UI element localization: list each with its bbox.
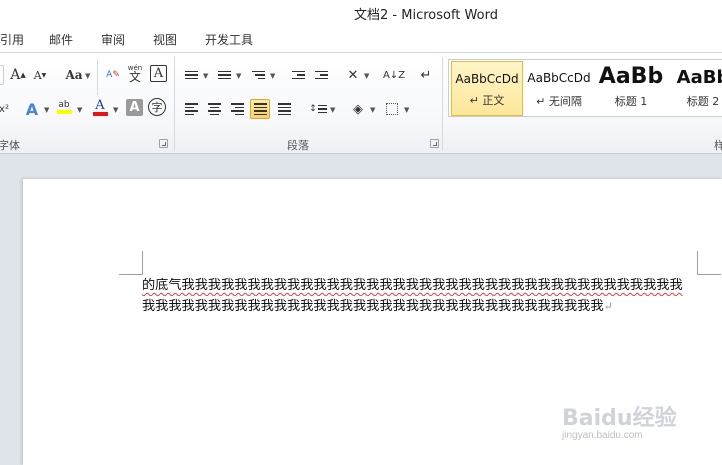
watermark-url: jingyan.baidu.com (562, 430, 643, 441)
style-name: ↵ 正文 (469, 94, 505, 107)
text-effects-dropdown-icon[interactable]: ▼ (44, 106, 49, 114)
tab-view[interactable]: 视图 (153, 31, 177, 48)
shading-button[interactable]: ◈ (348, 99, 368, 119)
text-run: 我我我我我我我我我我我我我我我我我我我我我我我我我我我我我我我我我我我 (142, 299, 604, 314)
watermark-brand: Baidu经验 (562, 406, 677, 431)
title-bar: 文档2 - Microsoft Word (0, 0, 722, 26)
show-hide-marks-button[interactable]: ↵ (416, 65, 436, 85)
style-normal[interactable]: AaBbCcDd ↵ 正文 (451, 61, 523, 116)
borders-dropdown-icon[interactable]: ▼ (404, 106, 409, 114)
distributed-button[interactable] (274, 99, 294, 119)
font-size-box[interactable] (0, 65, 4, 85)
enclose-characters-button[interactable]: 字 (148, 98, 166, 116)
decrease-indent-button[interactable] (288, 65, 308, 85)
align-right-button[interactable] (227, 99, 247, 119)
tab-review[interactable]: 审阅 (101, 31, 125, 48)
character-border-button[interactable]: A (150, 65, 167, 82)
ribbon-tab-bar: 引用 邮件 审阅 视图 开发工具 (0, 26, 722, 52)
bullets-button[interactable] (181, 65, 201, 85)
chinese-layout-button[interactable]: ✕ (343, 65, 363, 85)
style-heading-1[interactable]: AaBb 标题 1 (595, 61, 667, 116)
highlight-dropdown-icon[interactable]: ▼ (77, 106, 82, 114)
sort-button[interactable]: A↓Z (382, 65, 406, 85)
multilevel-dropdown-icon[interactable]: ▼ (270, 72, 275, 80)
increase-indent-button[interactable] (311, 65, 331, 85)
align-center-button[interactable] (204, 99, 224, 119)
line-spacing-dropdown-icon[interactable]: ▼ (330, 106, 335, 114)
margin-corner-mark (119, 251, 143, 275)
margin-corner-mark (697, 251, 721, 275)
watermark: Baidu经验 jingyan.baidu.com (562, 400, 712, 460)
numbering-dropdown-icon[interactable]: ▼ (236, 72, 241, 80)
styles-group-label: 样 (714, 139, 722, 152)
paragraph-mark-icon: ↵ (603, 300, 613, 313)
chinese-layout-dropdown-icon[interactable]: ▼ (364, 72, 369, 80)
multilevel-list-button[interactable] (248, 65, 268, 85)
style-preview: AaBb (598, 64, 664, 89)
phonetic-guide-button[interactable]: wén 文 (124, 63, 146, 83)
style-preview: AaBbCcDd (527, 71, 591, 85)
style-name: 标题 2 (686, 95, 720, 108)
paragraph-dialog-launcher-icon[interactable] (430, 139, 439, 148)
font-color-button[interactable]: A (90, 97, 110, 117)
shading-dropdown-icon[interactable]: ▼ (370, 106, 375, 114)
grow-font-button[interactable]: A ▲ (8, 65, 28, 85)
divider (97, 59, 98, 95)
tab-references[interactable]: 引用 (0, 31, 24, 48)
group-divider (442, 57, 443, 151)
tab-mailings[interactable]: 邮件 (49, 31, 73, 48)
tab-developer[interactable]: 开发工具 (205, 31, 253, 48)
style-preview: AaBb (676, 67, 722, 88)
styles-gallery: AaBbCcDd ↵ 正文 AaBbCcDd ↵ 无间隔 AaBb 标题 1 A… (448, 59, 722, 117)
highlight-color-swatch (56, 110, 72, 114)
text-run: 的底气我我我我我我我我我我我我我我我我我我我我我我我我我我我我我我我我我我我我我… (142, 278, 683, 293)
change-case-button[interactable]: Aa (62, 65, 86, 85)
character-shading-button[interactable]: A (126, 99, 143, 116)
shrink-font-button[interactable]: A ▼ (30, 65, 50, 85)
ribbon: A ▲ A ▼ Aa ▼ A ✎ wén 文 A x² A ▼ ab ▼ A ▼ A 字… (0, 52, 722, 154)
paragraph-group-label: 段落 (287, 139, 309, 152)
style-name: ↵ 无间隔 (536, 95, 582, 108)
font-color-swatch (92, 111, 108, 116)
numbering-button[interactable] (214, 65, 234, 85)
style-name: 标题 1 (614, 95, 648, 108)
style-preview: AaBbCcDd (455, 72, 519, 86)
font-dialog-launcher-icon[interactable] (159, 139, 168, 148)
superscript-button[interactable]: x² (0, 99, 14, 119)
style-no-spacing[interactable]: AaBbCcDd ↵ 无间隔 (523, 61, 595, 116)
group-divider (174, 57, 175, 151)
document-body[interactable]: 的底气我我我我我我我我我我我我我我我我我我我我我我我我我我我我我我我我我我我我我… (142, 275, 702, 317)
text-line-1: 的底气我我我我我我我我我我我我我我我我我我我我我我我我我我我我我我我我我我我我我… (142, 275, 702, 296)
font-color-dropdown-icon[interactable]: ▼ (113, 106, 118, 114)
text-highlight-button[interactable]: ab (54, 97, 74, 117)
justify-button[interactable] (250, 99, 270, 119)
change-case-dropdown-icon[interactable]: ▼ (85, 72, 90, 80)
font-group-label: 字体 (0, 139, 20, 152)
line-spacing-button[interactable]: ↕ (308, 99, 328, 119)
bullets-dropdown-icon[interactable]: ▼ (203, 72, 208, 80)
window-title: 文档2 - Microsoft Word (354, 8, 498, 23)
borders-button[interactable] (382, 99, 402, 119)
text-effects-button[interactable]: A (22, 99, 42, 119)
align-left-button[interactable] (181, 99, 201, 119)
clear-formatting-icon[interactable]: A ✎ (103, 65, 123, 85)
text-line-2: 我我我我我我我我我我我我我我我我我我我我我我我我我我我我我我我我我我我↵ (142, 296, 702, 317)
style-heading-2[interactable]: AaBb 标题 2 (667, 61, 722, 116)
